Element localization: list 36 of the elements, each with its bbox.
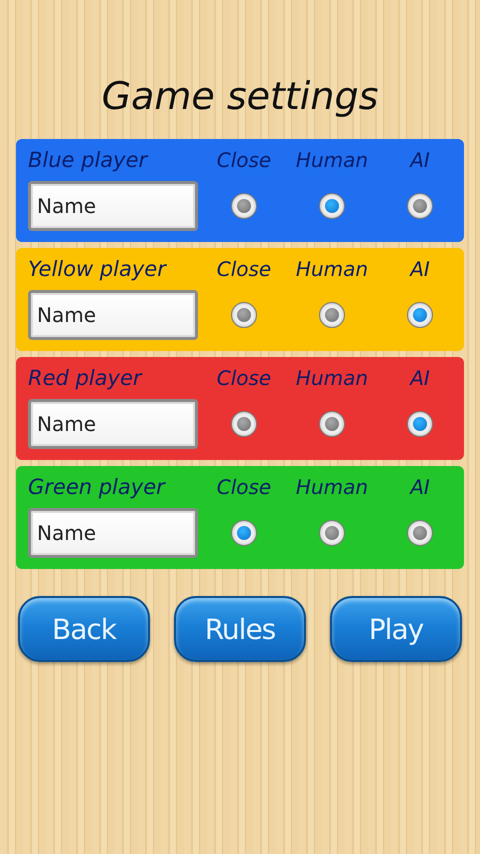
radio-button[interactable] — [407, 520, 433, 546]
radio-button[interactable] — [231, 302, 257, 328]
option-label: AI — [410, 148, 430, 172]
name-field[interactable]: Name — [28, 290, 198, 340]
option-label: AI — [410, 475, 430, 499]
option-label: Close — [216, 257, 272, 281]
radio-button[interactable] — [319, 520, 345, 546]
radio-button[interactable] — [407, 193, 433, 219]
option-label: Close — [216, 148, 272, 172]
name-field[interactable]: Name — [28, 181, 198, 231]
player-label: Blue player — [28, 148, 148, 172]
option-label: AI — [410, 366, 430, 390]
option-label: Human — [296, 475, 368, 499]
radio-button[interactable] — [407, 302, 433, 328]
menu-button[interactable]: Play — [330, 596, 462, 662]
radio-button[interactable] — [407, 411, 433, 437]
option-label: AI — [410, 257, 430, 281]
option-label: Human — [296, 148, 368, 172]
option-label: Human — [296, 257, 368, 281]
player-label: Yellow player — [28, 257, 166, 281]
option-label: Human — [296, 366, 368, 390]
radio-button[interactable] — [231, 411, 257, 437]
screen-title: Game settings — [102, 74, 378, 118]
menu-button[interactable]: Back — [18, 596, 150, 662]
menu-button[interactable]: Rules — [174, 596, 306, 662]
name-field[interactable]: Name — [28, 508, 198, 558]
radio-button[interactable] — [319, 193, 345, 219]
option-label: Close — [216, 366, 272, 390]
player-label: Green player — [28, 475, 165, 499]
radio-button[interactable] — [231, 520, 257, 546]
player-label: Red player — [28, 366, 142, 390]
radio-button[interactable] — [319, 411, 345, 437]
option-label: Close — [216, 475, 272, 499]
name-field[interactable]: Name — [28, 399, 198, 449]
radio-button[interactable] — [319, 302, 345, 328]
radio-button[interactable] — [231, 193, 257, 219]
